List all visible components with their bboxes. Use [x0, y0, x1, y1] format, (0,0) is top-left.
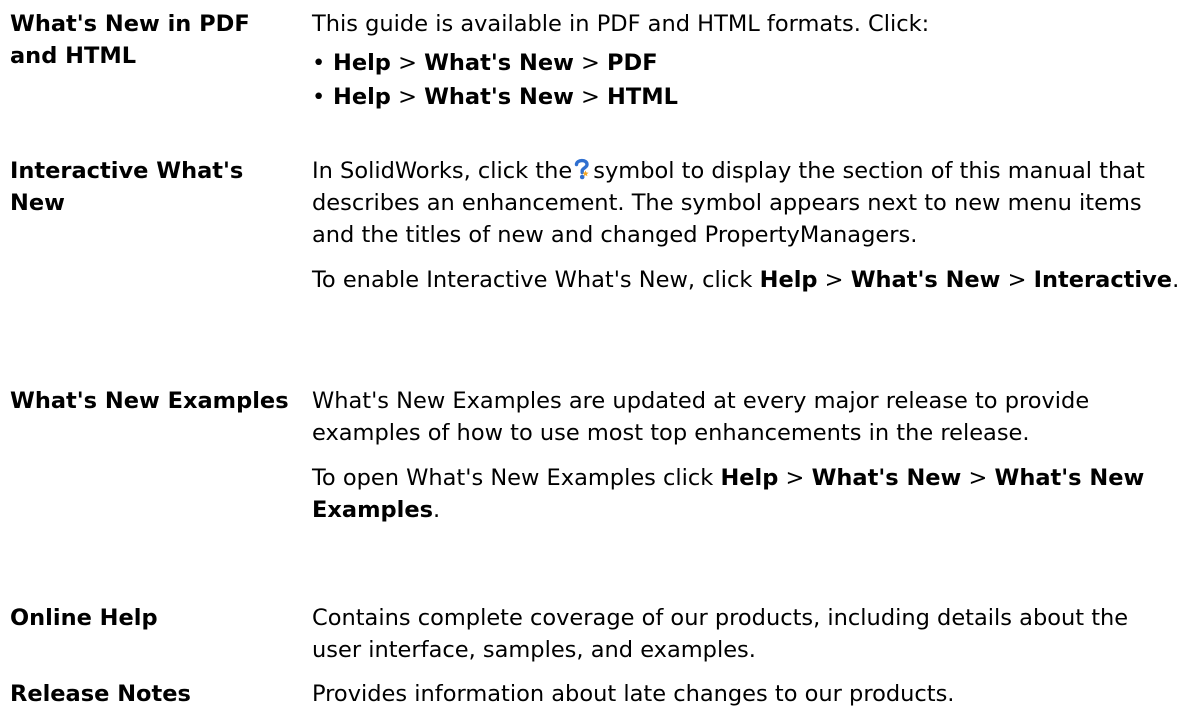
- period: .: [1172, 267, 1180, 293]
- online-help-description: Contains complete coverage of our produc…: [312, 605, 1129, 663]
- term-whats-new-pdf-html: What's New in PDF and HTML: [10, 11, 250, 69]
- menu-separator: >: [817, 267, 851, 293]
- menu-help: Help: [720, 465, 779, 491]
- desc-whats-new-examples: What's New Examples are updated at every…: [312, 385, 1182, 526]
- menu-separator: >: [1000, 267, 1034, 293]
- whats-new-help-icon: [574, 157, 590, 181]
- bullet-icon: •: [312, 50, 326, 76]
- menu-interactive: Interactive: [1033, 267, 1173, 293]
- examples-open-instructions: To open What's New Examples click Help >…: [312, 462, 1182, 526]
- format-list: • Help > What's New > PDF • Help > What'…: [312, 46, 1182, 114]
- menu-whats-new: What's New: [424, 84, 574, 110]
- menu-help: Help: [333, 84, 391, 110]
- intro-text: This guide is available in PDF and HTML …: [312, 11, 930, 37]
- list-item-pdf: • Help > What's New > PDF: [312, 46, 1182, 80]
- menu-help: Help: [333, 50, 391, 76]
- desc-release-notes: Provides information about late changes …: [312, 678, 1182, 710]
- menu-separator: >: [778, 465, 812, 491]
- text-segment: To enable Interactive What's New, click: [312, 267, 760, 293]
- interactive-description: In SolidWorks, click the symbol to displa…: [312, 155, 1182, 251]
- menu-separator: >: [573, 50, 608, 76]
- term-interactive-whats-new: Interactive What's New: [10, 158, 244, 216]
- text-segment: In SolidWorks, click the: [312, 158, 573, 184]
- release-notes-description: Provides information about late changes …: [312, 681, 955, 707]
- term-online-help: Online Help: [10, 605, 158, 631]
- bullet-icon: •: [312, 84, 326, 110]
- desc-interactive-whats-new: In SolidWorks, click the symbol to displa…: [312, 155, 1182, 296]
- examples-description: What's New Examples are updated at every…: [312, 388, 1090, 446]
- list-item-html: • Help > What's New > HTML: [312, 80, 1182, 114]
- menu-whats-new: What's New: [424, 50, 574, 76]
- menu-help: Help: [759, 267, 818, 293]
- menu-separator: >: [390, 84, 425, 110]
- text-segment: To open What's New Examples click: [312, 465, 721, 491]
- menu-separator: >: [961, 465, 995, 491]
- desc-online-help: Contains complete coverage of our produc…: [312, 602, 1182, 666]
- menu-separator: >: [390, 50, 425, 76]
- menu-html: HTML: [607, 84, 678, 110]
- menu-pdf: PDF: [607, 50, 658, 76]
- interactive-enable-instructions: To enable Interactive What's New, click …: [312, 264, 1182, 296]
- document-page: What's New in PDF and HTML This guide is…: [0, 0, 1190, 707]
- menu-whats-new: What's New: [850, 267, 1001, 293]
- desc-whats-new-pdf-html: This guide is available in PDF and HTML …: [312, 8, 1182, 114]
- term-release-notes: Release Notes: [10, 681, 191, 707]
- term-whats-new-examples: What's New Examples: [10, 388, 289, 414]
- period: .: [432, 497, 441, 523]
- menu-separator: >: [573, 84, 608, 110]
- menu-whats-new: What's New: [811, 465, 962, 491]
